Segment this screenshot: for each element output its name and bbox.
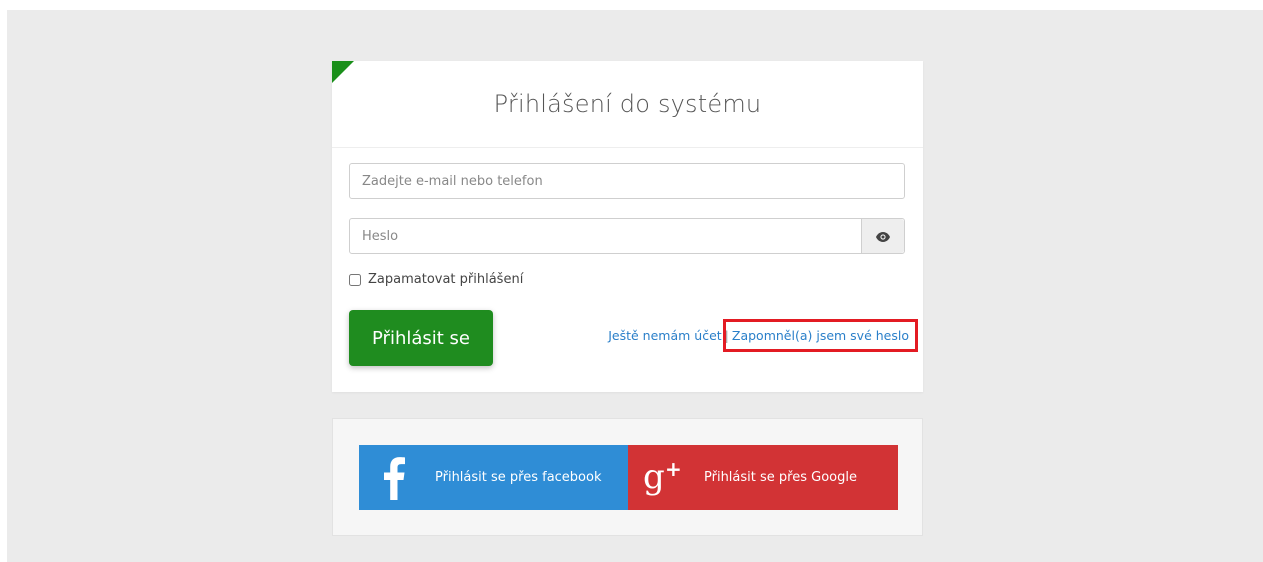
register-link[interactable]: Ještě nemám účet (608, 328, 721, 343)
eye-icon (876, 227, 890, 246)
google-login-button[interactable]: g + Přihlásit se přes Google (628, 445, 898, 510)
facebook-icon (359, 445, 429, 510)
show-password-button[interactable] (861, 219, 904, 253)
facebook-login-button[interactable]: Přihlásit se přes facebook (359, 445, 628, 510)
auth-links: Ještě nemám účet | Zapomněl(a) jsem své … (608, 319, 919, 352)
social-login-panel: Přihlásit se přes facebook g + Přihlásit… (332, 418, 923, 536)
password-field-wrapper (349, 218, 905, 254)
link-separator: | (724, 328, 729, 343)
email-field[interactable] (350, 164, 904, 198)
corner-ribbon (332, 61, 354, 83)
login-button[interactable]: Přihlásit se (349, 310, 493, 366)
page-title: Přihlášení do systému (332, 61, 923, 148)
remember-label: Zapamatovat přihlášení (368, 272, 524, 287)
password-field[interactable] (350, 219, 861, 253)
email-field-wrapper (349, 163, 905, 199)
facebook-login-label: Přihlásit se přes facebook (435, 470, 602, 485)
remember-checkbox[interactable] (349, 273, 361, 286)
login-card: Přihlášení do systému Zapamatovat přihlá… (332, 61, 923, 392)
svg-text:g: g (643, 458, 665, 497)
remember-me: Zapamatovat přihlášení (349, 272, 523, 287)
google-plus-icon: g + (628, 445, 698, 510)
forgot-password-link[interactable]: Zapomněl(a) jsem své heslo (722, 319, 919, 352)
svg-text:+: + (665, 458, 682, 481)
google-login-label: Přihlásit se přes Google (704, 470, 857, 485)
